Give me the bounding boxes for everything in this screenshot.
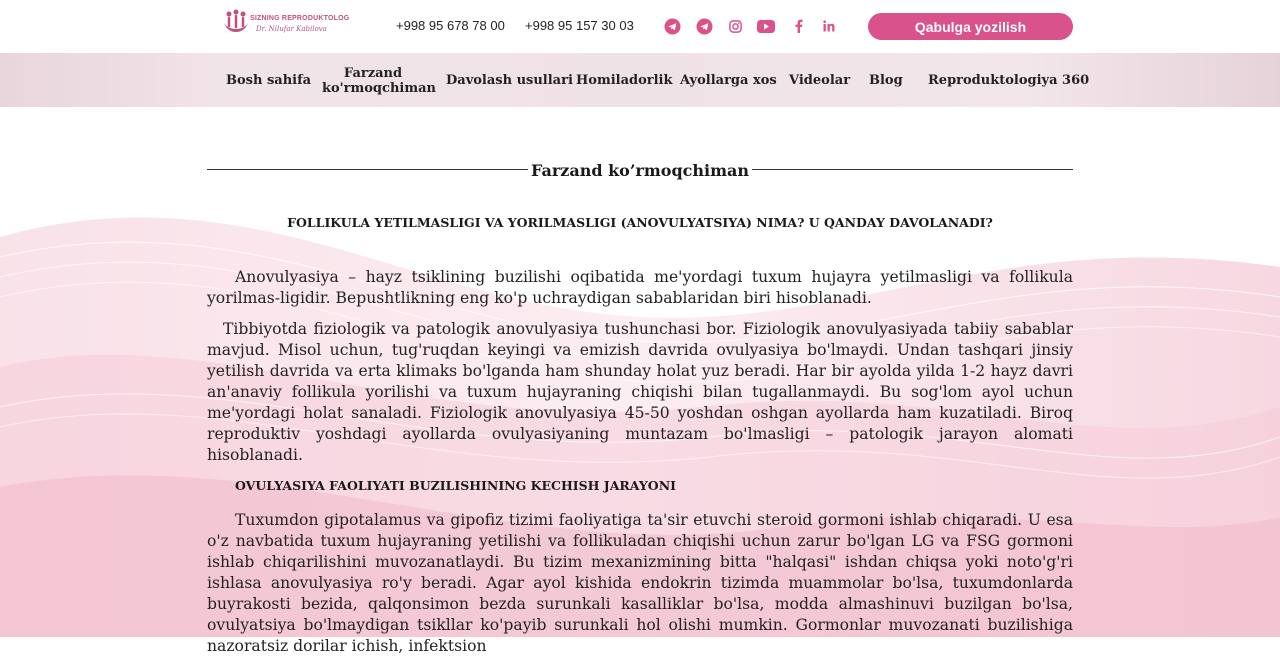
phone-number-1[interactable]: +998 95 678 78 00 [396, 18, 505, 33]
section-title: Farzand ko’rmoqchiman [530, 161, 750, 180]
logo-figure-icon [224, 9, 248, 32]
nav-item-videos[interactable]: Videolar [789, 73, 850, 88]
nav-item-women[interactable]: Ayollarga xos [680, 73, 777, 88]
telegram-icon[interactable] [663, 17, 681, 35]
linkedin-icon[interactable] [820, 17, 838, 35]
nav-item-treatment[interactable]: Davolash usullari [446, 73, 573, 88]
telegram-icon[interactable] [695, 17, 713, 35]
instagram-icon[interactable] [726, 17, 744, 35]
top-bar: SIZNING REPRODUKTOLOG Dr. Nilufar Kabilo… [0, 0, 1280, 53]
article-subheading: OVULYASIYA FAOLIYATI BUZILISHINING KECHI… [235, 478, 676, 493]
logo-text-line1: SIZNING REPRODUKTOLOG [250, 15, 350, 22]
article-paragraph-3: Tuxumdon gipotalamus va gipofiz tizimi f… [207, 511, 1073, 655]
site-logo[interactable]: SIZNING REPRODUKTOLOG Dr. Nilufar Kabilo… [220, 9, 350, 41]
nav-item-want-child[interactable]: Farzand ko'rmoqchiman [322, 66, 436, 96]
article-heading: FOLLIKULA YETILMASLIGI VA YORILMASLIGI (… [287, 215, 993, 230]
nav-item-home[interactable]: Bosh sahifa [226, 73, 311, 88]
nav-item-reproductology-360[interactable]: Reproduktologiya 360 [928, 73, 1089, 88]
section-divider-right [752, 169, 1073, 170]
facebook-icon[interactable] [789, 17, 807, 35]
nav-item-pregnancy[interactable]: Homiladorlik [576, 73, 673, 88]
book-appointment-button[interactable]: Qabulga yozilish [868, 13, 1073, 40]
main-navigation: Bosh sahifa Farzand ko'rmoqchiman Davola… [0, 53, 1280, 107]
article-paragraph-2: Tibbiyotda fiziologik va patologik anovu… [207, 320, 1073, 464]
article-paragraph-1: Anovulyasiya – hayz tsiklining buzilishi… [207, 268, 1073, 307]
logo-text-line2: Dr. Nilufar Kabilova [256, 25, 327, 33]
phone-number-2[interactable]: +998 95 157 30 03 [525, 18, 634, 33]
youtube-icon[interactable] [757, 17, 775, 35]
nav-item-blog[interactable]: Blog [869, 73, 903, 88]
